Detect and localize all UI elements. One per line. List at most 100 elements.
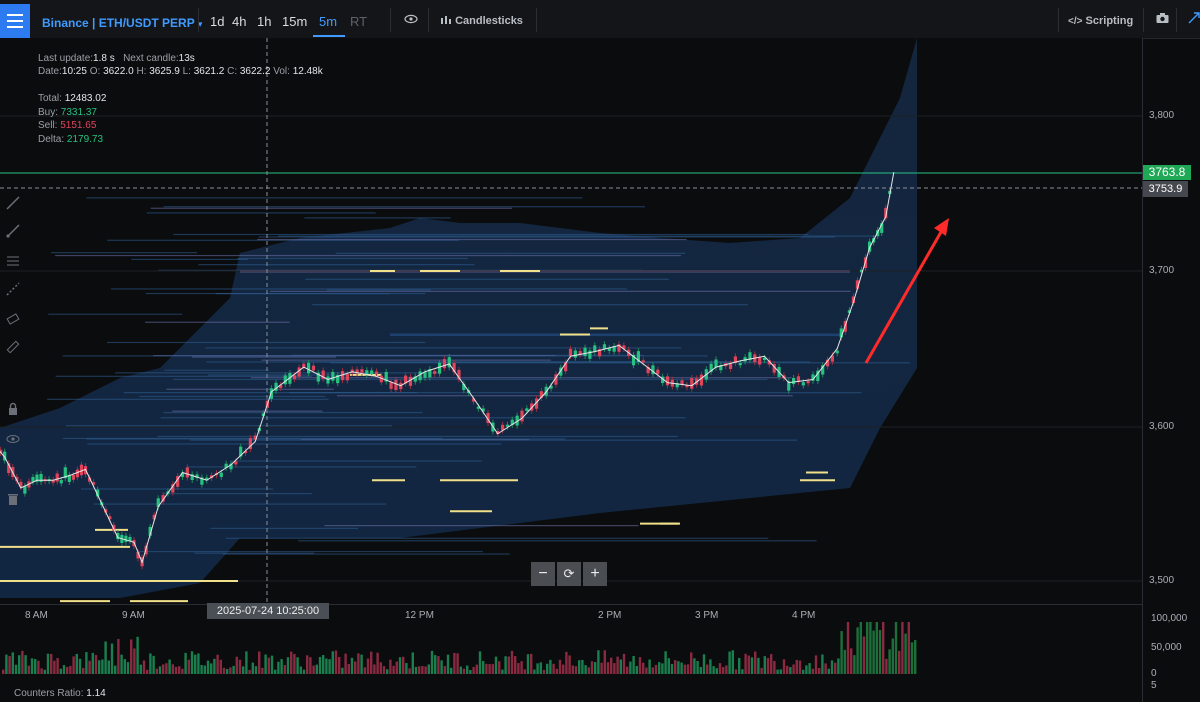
volume-bar bbox=[491, 664, 494, 674]
reset-zoom-button[interactable]: ⟳ bbox=[557, 562, 581, 586]
tab-timeframe-4h[interactable]: 4h bbox=[232, 14, 246, 29]
volume-bar bbox=[776, 669, 779, 674]
volume-bar bbox=[578, 660, 581, 674]
ruler-icon[interactable] bbox=[6, 340, 20, 354]
candle bbox=[124, 535, 128, 542]
volume-bar bbox=[814, 655, 818, 674]
ray-tool-icon[interactable] bbox=[6, 224, 20, 238]
symbol-selector[interactable]: Binance | ETH/USDT PERP ▾ bbox=[42, 16, 202, 30]
volume-bar bbox=[763, 656, 766, 674]
expand-icon[interactable] bbox=[1188, 12, 1200, 27]
volume-bar bbox=[782, 659, 786, 674]
zoom-out-button[interactable]: − bbox=[531, 562, 555, 586]
volume-bar bbox=[875, 622, 878, 674]
line-tool-icon[interactable] bbox=[6, 196, 20, 210]
volume-bar bbox=[904, 633, 907, 674]
volume-bar bbox=[34, 659, 37, 674]
zoom-in-button[interactable]: + bbox=[583, 562, 607, 586]
time-axis[interactable]: 8 AM 9 AM 12 PM 2 PM 3 PM 4 PM bbox=[0, 604, 1142, 623]
heatmap-band bbox=[146, 212, 376, 214]
candle bbox=[738, 363, 742, 366]
volume-bar bbox=[539, 662, 542, 674]
volume-bar bbox=[360, 654, 363, 674]
volume-bar bbox=[251, 662, 254, 674]
candle bbox=[728, 363, 733, 369]
volume-bar bbox=[443, 666, 446, 674]
price-tick: 3,600 bbox=[1149, 421, 1175, 432]
volume-bar bbox=[139, 664, 142, 674]
volume-bar bbox=[792, 664, 795, 674]
tab-timeframe-5m[interactable]: 5m bbox=[319, 14, 337, 29]
volume-bar bbox=[731, 650, 734, 674]
volume-bar bbox=[107, 660, 110, 674]
fib-tool-icon[interactable] bbox=[6, 254, 20, 268]
candle bbox=[292, 375, 297, 380]
volume-bar bbox=[18, 655, 21, 674]
volume-bar bbox=[661, 663, 664, 674]
tab-timeframe-1h[interactable]: 1h bbox=[257, 14, 271, 29]
volume-bar bbox=[709, 659, 712, 674]
heatmap-band bbox=[326, 289, 431, 291]
volume-bar bbox=[670, 663, 674, 674]
volume-bar bbox=[626, 666, 629, 674]
eye-icon[interactable] bbox=[6, 432, 20, 446]
volume-bar bbox=[648, 659, 651, 674]
candle bbox=[331, 371, 335, 381]
volume-bar bbox=[27, 665, 30, 674]
volume-bar bbox=[715, 668, 718, 674]
heatmap-band bbox=[48, 313, 183, 315]
volume-bar bbox=[78, 658, 82, 674]
eye-icon[interactable] bbox=[404, 13, 418, 28]
volume-bar bbox=[101, 659, 104, 674]
volume-bar bbox=[526, 654, 530, 674]
volume-bar bbox=[8, 656, 11, 674]
brush-tool-icon[interactable] bbox=[6, 312, 20, 326]
heatmap-band bbox=[139, 395, 326, 398]
measure-tool-icon[interactable] bbox=[6, 282, 20, 296]
chart-type-button[interactable]: Candlesticks bbox=[440, 15, 523, 28]
symbol-label: Binance | ETH/USDT PERP bbox=[42, 16, 195, 30]
volume-bar bbox=[184, 652, 187, 674]
heatmap-band bbox=[237, 257, 468, 260]
tab-timeframe-15m[interactable]: 15m bbox=[282, 14, 307, 29]
low-value: 3621.2 bbox=[193, 66, 225, 77]
hamburger-menu-icon[interactable] bbox=[0, 4, 30, 38]
volume-bar bbox=[299, 666, 302, 674]
scripting-button[interactable]: </> Scripting bbox=[1068, 15, 1133, 27]
volume-bar bbox=[174, 666, 178, 674]
delta-label: Delta: bbox=[38, 133, 65, 145]
volume-bar bbox=[162, 664, 165, 674]
volume-bar bbox=[235, 656, 238, 674]
candle bbox=[758, 356, 762, 365]
price-axis[interactable]: 3,800 3,700 3,600 3,500 bbox=[1142, 38, 1200, 604]
volume-bar bbox=[779, 669, 782, 674]
volume-bar bbox=[344, 653, 347, 674]
tab-timeframe-1d[interactable]: 1d bbox=[210, 14, 224, 29]
volume-bar bbox=[594, 662, 597, 674]
volume-bar bbox=[805, 665, 808, 674]
volume-bar bbox=[43, 669, 46, 674]
chart-canvas[interactable] bbox=[0, 38, 1142, 604]
volume-bar bbox=[773, 660, 776, 674]
volume-bar bbox=[558, 659, 562, 674]
volume-bar bbox=[907, 622, 910, 674]
volume-bar bbox=[248, 669, 251, 674]
volume-bar bbox=[488, 663, 491, 674]
volume-bar bbox=[770, 654, 773, 674]
tab-timeframe-rt[interactable]: RT bbox=[350, 14, 367, 29]
heatmap-band bbox=[222, 553, 510, 555]
volume-bar bbox=[446, 654, 450, 674]
volume-bar bbox=[856, 627, 859, 674]
camera-icon[interactable] bbox=[1156, 12, 1169, 27]
counters-ratio: Counters Ratio: 1.14 bbox=[14, 688, 106, 699]
volume-bar bbox=[312, 665, 315, 674]
heatmap-band bbox=[324, 525, 639, 527]
trash-icon[interactable] bbox=[6, 492, 20, 506]
candle bbox=[433, 371, 437, 374]
volume-bar bbox=[651, 667, 654, 674]
volume-bar bbox=[194, 654, 197, 674]
volume-bar bbox=[331, 651, 334, 674]
lock-icon[interactable] bbox=[6, 402, 20, 416]
candle bbox=[59, 479, 63, 484]
volume-bar bbox=[5, 654, 8, 674]
